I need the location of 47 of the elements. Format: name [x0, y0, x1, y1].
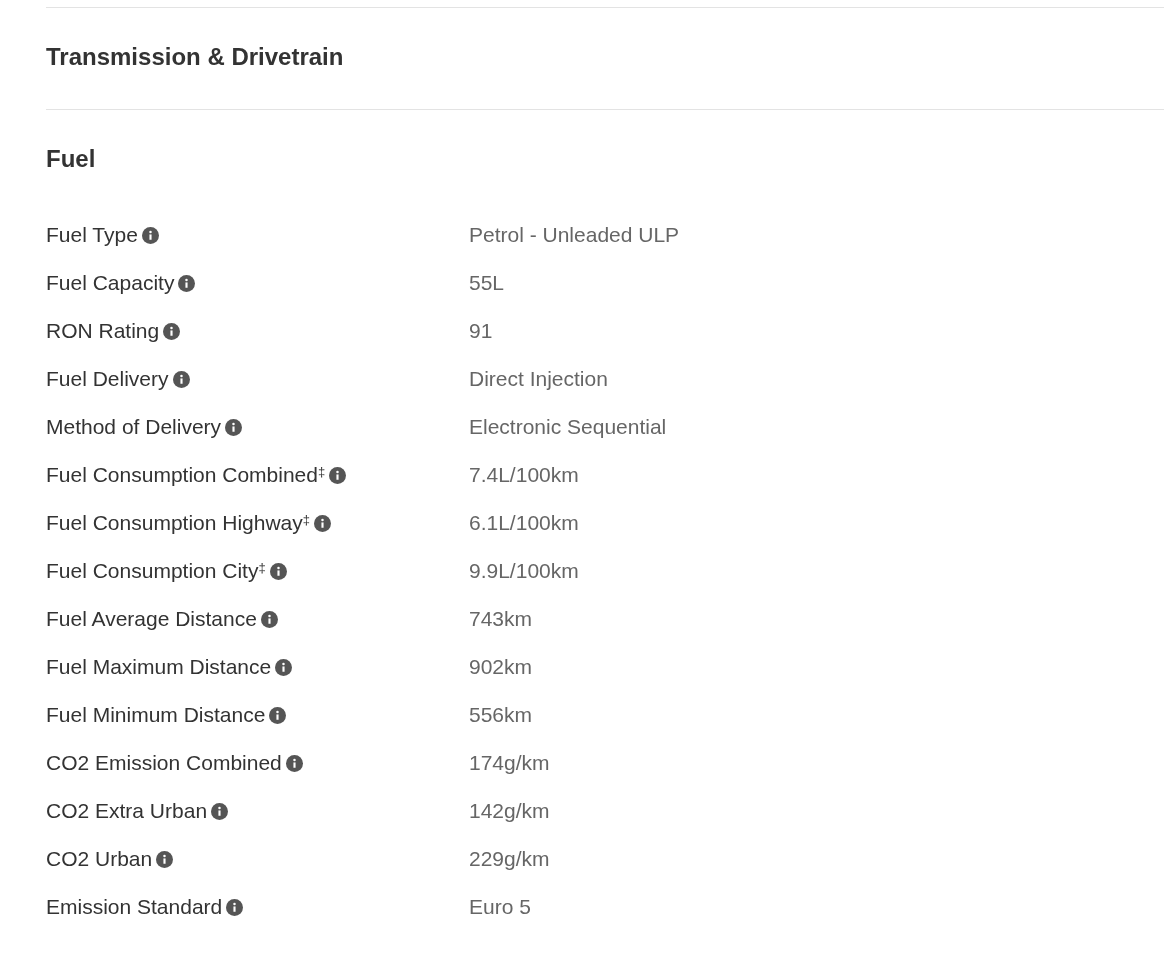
spec-label: Fuel Capacity [46, 270, 175, 297]
spec-label: RON Rating [46, 318, 160, 345]
spec-label: Fuel Consumption City$^{‡}$ [46, 558, 266, 585]
info-icon[interactable] [269, 562, 287, 580]
spec-value: 556km [469, 702, 533, 729]
spec-label: Fuel Delivery [46, 366, 169, 393]
spec-value: Direct Injection [469, 366, 608, 393]
spec-value: 743km [469, 606, 533, 633]
info-icon[interactable] [314, 514, 332, 532]
spec-value: Petrol - Unleaded ULP [469, 222, 680, 249]
spec-value: 7.4L/100km [469, 462, 579, 489]
spec-value: 55L [469, 270, 505, 297]
info-icon[interactable] [285, 754, 303, 772]
spec-label: Fuel Average Distance [46, 606, 257, 633]
info-icon[interactable] [269, 706, 287, 724]
spec-label: Fuel Maximum Distance [46, 654, 272, 681]
info-icon[interactable] [172, 370, 190, 388]
spec-label: CO2 Extra Urban [46, 798, 208, 825]
spec-label: Fuel Consumption Combined$^{‡}$ [46, 462, 326, 489]
info-icon[interactable] [329, 466, 347, 484]
info-icon[interactable] [163, 322, 181, 340]
info-icon[interactable] [141, 226, 159, 244]
spec-label: CO2 Emission Combined [46, 750, 282, 777]
info-icon[interactable] [211, 802, 229, 820]
spec-label: CO2 Urban [46, 846, 153, 873]
spec-label: Method of Delivery [46, 414, 222, 441]
info-icon[interactable] [260, 610, 278, 628]
spec-value: Euro 5 [469, 894, 531, 921]
info-icon[interactable] [156, 850, 174, 868]
section-heading: Transmission & Drivetrain [46, 42, 344, 72]
info-icon[interactable] [275, 658, 293, 676]
spec-value: 174g/km [469, 750, 550, 777]
spec-value: 229g/km [469, 846, 550, 873]
info-icon[interactable] [178, 274, 196, 292]
spec-value: 902km [469, 654, 533, 681]
info-icon[interactable] [225, 418, 243, 436]
spec-value: 91 [469, 318, 493, 345]
spec-value: 6.1L/100km [469, 510, 579, 537]
info-icon[interactable] [226, 898, 244, 916]
spec-value: Electronic Sequential [469, 414, 667, 441]
spec-label: Emission Standard [46, 894, 223, 921]
spec-value: 142g/km [469, 798, 550, 825]
spec-label: Fuel Minimum Distance [46, 702, 266, 729]
section-heading: Fuel [46, 144, 96, 174]
spec-label: Fuel Consumption Highway$^{‡}$ [46, 510, 311, 537]
spec-label: Fuel Type [46, 222, 138, 249]
spec-value: 9.9L/100km [469, 558, 579, 585]
